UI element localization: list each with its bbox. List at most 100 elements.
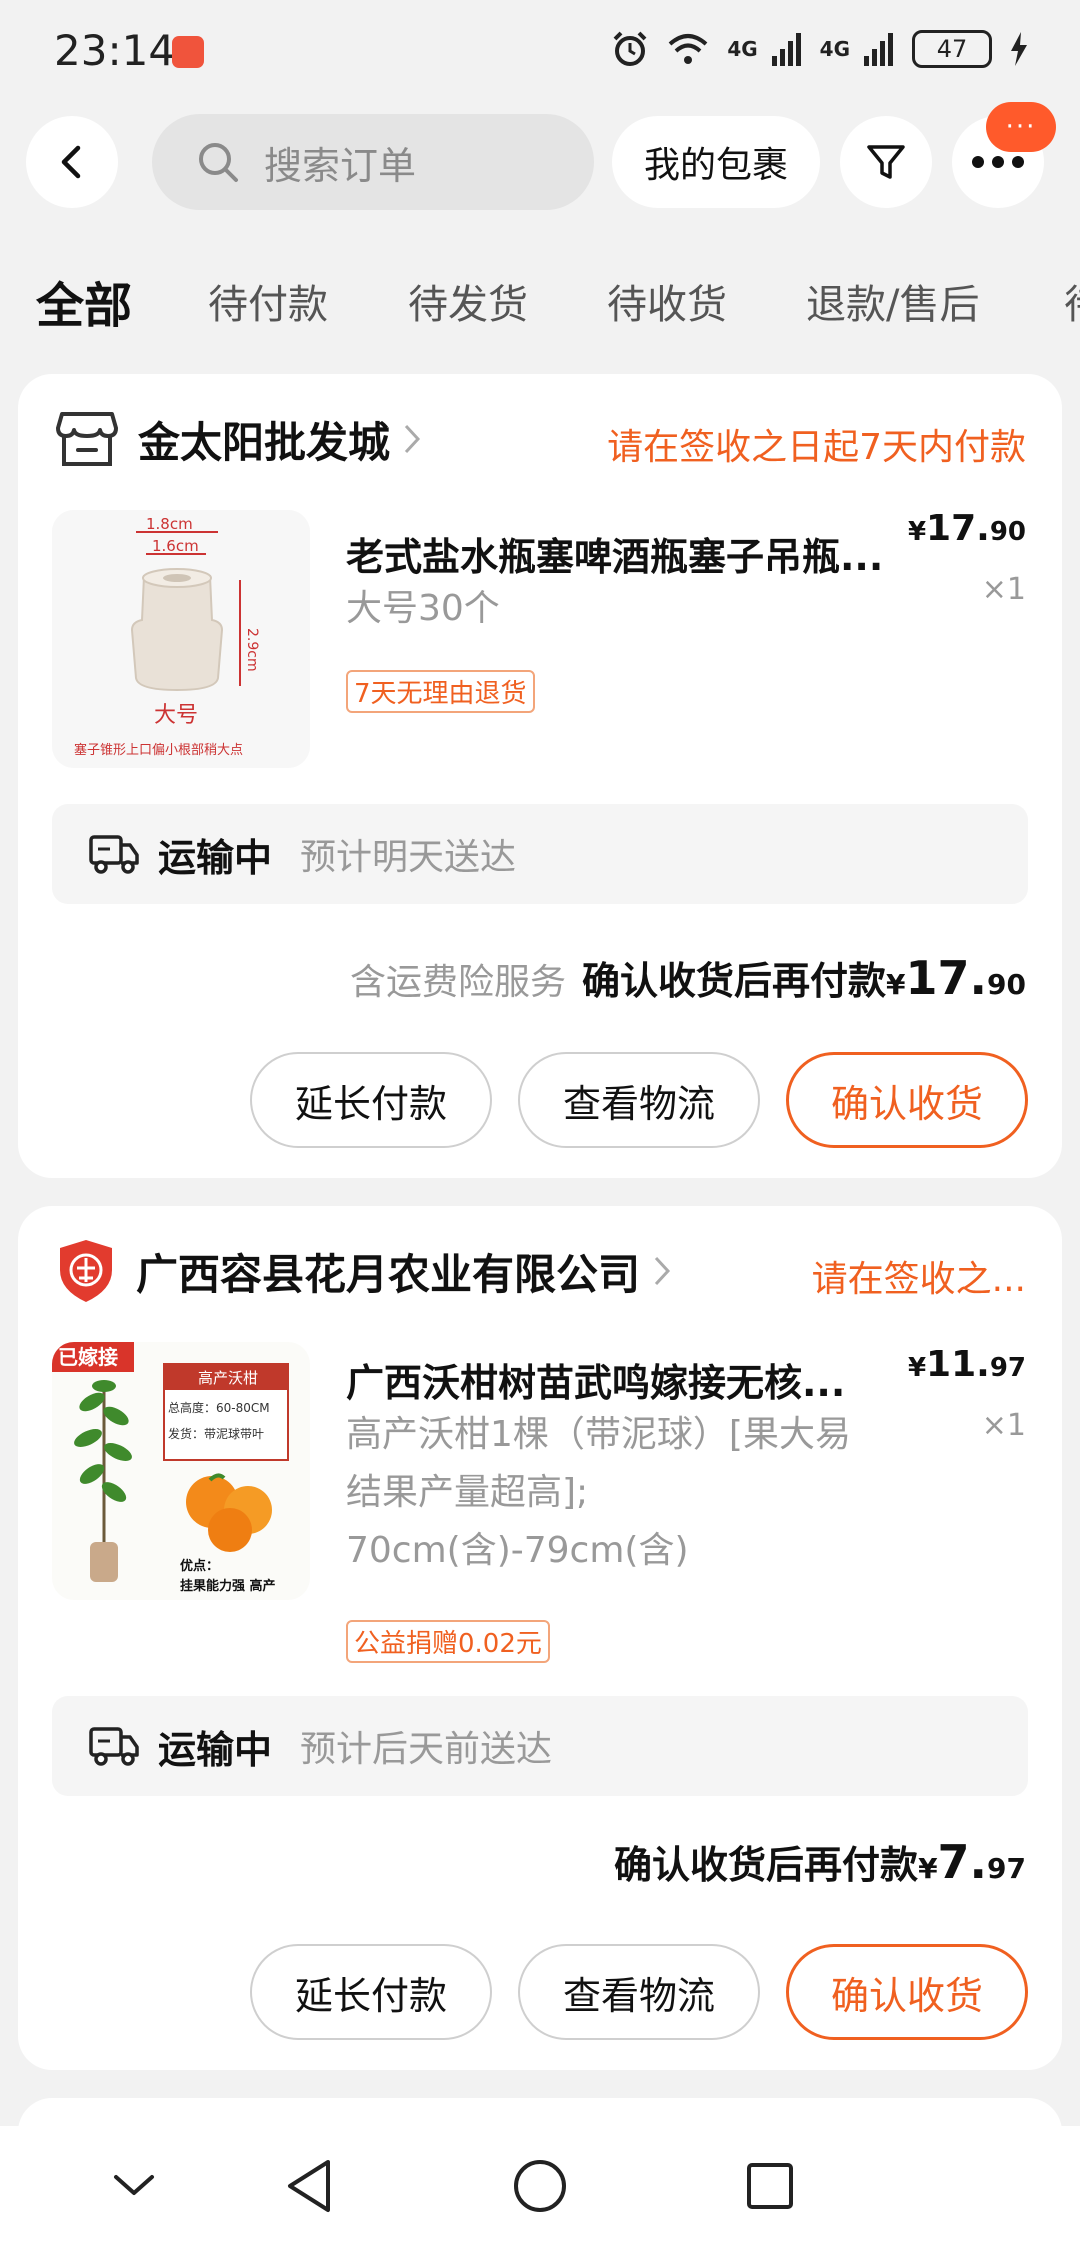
tab-pending-review[interactable]: 待 xyxy=(1064,272,1080,330)
total-decimal: 90 xyxy=(987,968,1026,1001)
nav-home-button[interactable] xyxy=(508,2154,572,2218)
home-circle-icon xyxy=(514,2160,566,2212)
item-price: ¥17.90 xyxy=(908,508,1026,549)
shipping-status-bar[interactable]: 运输中 预计明天送达 xyxy=(52,804,1028,904)
chevron-right-icon xyxy=(404,424,421,454)
status-time: 23:14 xyxy=(54,26,176,75)
citrus-seedling-image: 已嫁接 高产沃柑 总高度：60-80CM 发货：带泥球带叶 优点： 挂果能力强 … xyxy=(52,1342,310,1600)
total-label: 确认收货后再付款 xyxy=(614,1843,919,1887)
network-type-2: 4G xyxy=(819,37,850,61)
more-dots-icon xyxy=(972,156,1024,168)
price-currency: ¥ xyxy=(907,517,927,547)
enterprise-shield-icon xyxy=(60,1240,112,1302)
size-label: 大号 xyxy=(154,703,198,728)
back-triangle-icon xyxy=(288,2160,330,2212)
dimension-top: 1.8cm xyxy=(146,515,193,533)
view-logistics-button[interactable]: 查看物流 xyxy=(518,1052,760,1148)
tab-pending-shipment[interactable]: 待发货 xyxy=(408,272,528,330)
item-price: ¥11.97 xyxy=(908,1344,1026,1385)
order-tabs: 全部 待付款 待发货 待收货 退款/售后 待 xyxy=(0,262,1080,342)
back-button[interactable] xyxy=(26,116,118,208)
chevron-down-icon xyxy=(114,2175,154,2195)
thumb-advantage: 挂果能力强 高产 xyxy=(180,1578,276,1594)
shop-header[interactable]: 金太阳批发城 xyxy=(56,406,422,472)
order-card: 广西容县花月农业有限公司 请在签收之... 已嫁接 高产沃柑 总高度：60-80… xyxy=(18,1206,1062,2070)
delivery-estimate: 预计后天前送达 xyxy=(300,1729,553,1770)
truck-icon xyxy=(89,835,139,874)
thumb-advantage-label: 优点： xyxy=(180,1558,219,1574)
search-input[interactable]: 搜索订单 xyxy=(152,114,594,210)
thumb-caption: 塞子锥形上口偏小根部稍大点 xyxy=(74,742,243,758)
item-title[interactable]: 广西沃柑树苗武鸣嫁接无核... xyxy=(346,1352,906,1407)
price-decimal: 97 xyxy=(989,1353,1026,1383)
nav-recents-button[interactable] xyxy=(738,2154,802,2218)
price-decimal: 90 xyxy=(989,517,1026,547)
wifi-icon xyxy=(668,34,708,64)
item-spec-line: 高产沃柑1棵（带泥球）[果大易 xyxy=(346,1414,851,1455)
status-bar: 23:14 4G 4G 47 xyxy=(0,0,1080,100)
filter-icon xyxy=(867,145,905,179)
system-navigation-bar xyxy=(0,2126,1080,2244)
message-badge[interactable]: ··· xyxy=(986,102,1056,152)
tab-refund-aftersale[interactable]: 退款/售后 xyxy=(806,272,979,330)
price-currency: ¥ xyxy=(907,1353,927,1383)
payment-note: 请在签收之... xyxy=(811,1259,1026,1300)
tab-pending-payment[interactable]: 待付款 xyxy=(208,272,328,330)
item-quantity: ×1 xyxy=(981,572,1026,607)
product-thumbnail[interactable]: 已嫁接 高产沃柑 总高度：60-80CM 发货：带泥球带叶 优点： 挂果能力强 … xyxy=(52,1342,310,1600)
return-policy-tag: 7天无理由退货 xyxy=(346,670,535,713)
charging-icon xyxy=(1011,32,1027,66)
shipping-status: 运输中 xyxy=(158,835,273,880)
bottle-stopper-image: 1.8cm 1.6cm 2.9cm 大号 塞子锥形上口偏小根部稍大点 xyxy=(52,510,310,768)
item-spec-line: 结果产量超高]; xyxy=(346,1472,589,1513)
shop-name: 金太阳批发城 xyxy=(138,417,391,467)
shipping-insurance-note: 含运费险服务 xyxy=(350,962,567,1003)
dimension-mid: 1.6cm xyxy=(152,537,199,555)
search-placeholder: 搜索订单 xyxy=(264,143,417,188)
tab-all[interactable]: 全部 xyxy=(36,266,132,336)
nav-back-button[interactable] xyxy=(278,2154,342,2218)
signal-icon xyxy=(771,33,801,66)
item-title[interactable]: 老式盐水瓶塞啤酒瓶塞子吊瓶... xyxy=(346,526,906,581)
dimension-side: 2.9cm xyxy=(244,628,260,672)
delivery-estimate: 预计明天送达 xyxy=(300,837,517,878)
shipping-status-bar[interactable]: 运输中 预计后天前送达 xyxy=(52,1696,1028,1796)
product-thumbnail[interactable]: 1.8cm 1.6cm 2.9cm 大号 塞子锥形上口偏小根部稍大点 xyxy=(52,510,310,768)
item-spec-line: 70cm(含)-79cm(含) xyxy=(346,1530,689,1571)
total-integer: 7. xyxy=(937,1835,988,1889)
tab-pending-receipt[interactable]: 待收货 xyxy=(607,272,727,330)
grafted-badge: 已嫁接 xyxy=(58,1345,118,1369)
total-integer: 17. xyxy=(905,951,988,1005)
search-header: 搜索订单 我的包裹 xyxy=(0,112,1080,212)
item-spec: 高产沃柑1棵（带泥球）[果大易 结果产量超高]; 70cm(含)-79cm(含) xyxy=(346,1406,906,1580)
payment-note: 请在签收之日起7天内付款 xyxy=(607,427,1026,468)
total-currency: ¥ xyxy=(886,968,906,1001)
total-currency: ¥ xyxy=(918,1852,938,1885)
signal-icon xyxy=(864,33,893,66)
total-label: 确认收货后再付款 xyxy=(582,959,887,1003)
confirm-receipt-button[interactable]: 确认收货 xyxy=(786,1944,1028,2040)
my-packages-button[interactable]: 我的包裹 xyxy=(612,116,820,208)
item-spec: 大号30个 xyxy=(346,588,500,629)
price-integer: 11. xyxy=(926,1344,990,1385)
chevron-right-icon xyxy=(654,1256,671,1286)
extend-payment-button[interactable]: 延长付款 xyxy=(250,1052,492,1148)
truck-icon xyxy=(89,1727,139,1766)
thumb-height: 总高度：60-80CM xyxy=(168,1400,270,1415)
filter-button[interactable] xyxy=(840,116,932,208)
order-total: 含运费险服务 确认收货后再付款 ¥17. 90 xyxy=(350,950,1026,1005)
shop-name: 广西容县花月农业有限公司 xyxy=(136,1249,641,1299)
network-type-1: 4G xyxy=(727,37,758,61)
shop-header[interactable]: 广西容县花月农业有限公司 xyxy=(56,1238,672,1304)
confirm-receipt-button[interactable]: 确认收货 xyxy=(786,1052,1028,1148)
order-total: 确认收货后再付款 ¥7. 97 xyxy=(614,1834,1026,1889)
notification-app-icon xyxy=(172,36,204,68)
extend-payment-button[interactable]: 延长付款 xyxy=(250,1944,492,2040)
view-logistics-button[interactable]: 查看物流 xyxy=(518,1944,760,2040)
order-card: 金太阳批发城 请在签收之日起7天内付款 1.8cm 1.6cm 2.9cm 大号… xyxy=(18,374,1062,1178)
price-integer: 17. xyxy=(926,508,990,549)
recents-square-icon xyxy=(747,2163,793,2209)
shipping-status: 运输中 xyxy=(158,1727,273,1772)
nav-collapse-button[interactable] xyxy=(102,2154,166,2218)
chevron-left-icon xyxy=(61,145,81,179)
